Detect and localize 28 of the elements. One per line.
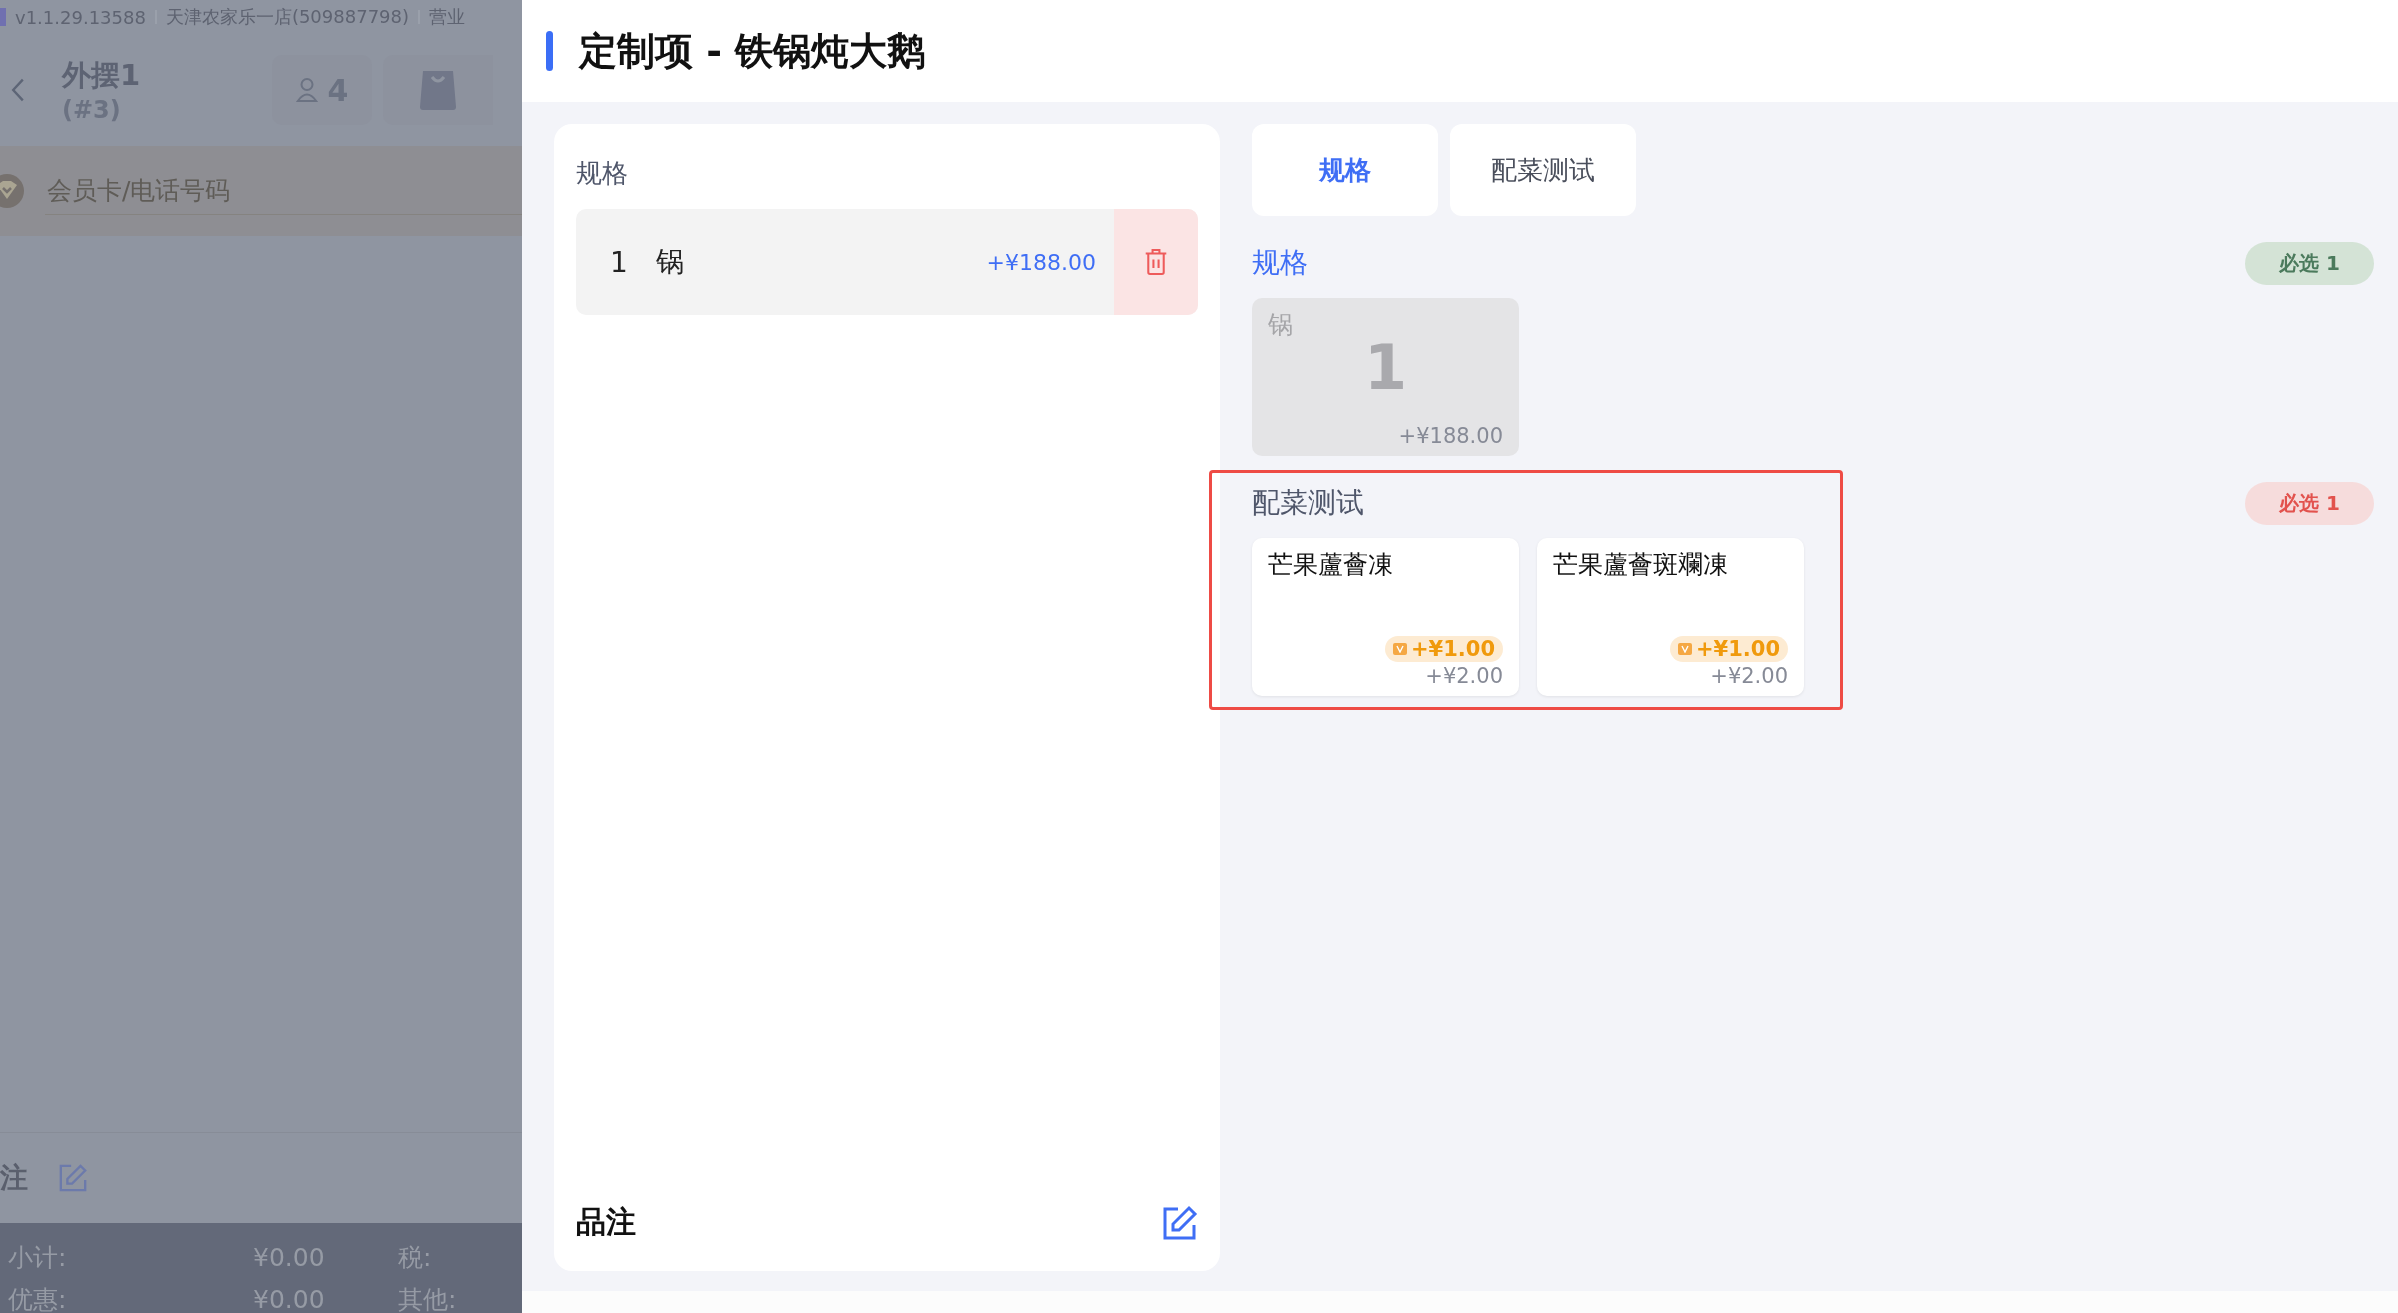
- person-icon: [295, 77, 318, 103]
- group-title: 配菜测试: [1252, 485, 1364, 521]
- member-price-tag: +¥1.00: [1384, 636, 1503, 662]
- member-price-tag: +¥1.00: [1669, 636, 1788, 662]
- note-label: 品注: [576, 1203, 636, 1241]
- logo-icon: [0, 8, 6, 26]
- option-card[interactable]: 芒果蘆薈斑斕凍 +¥1.00 +¥2.00: [1537, 538, 1804, 696]
- category-tab[interactable]: 配菜测试: [1450, 124, 1636, 216]
- item-name: 锅: [656, 244, 685, 280]
- back-icon[interactable]: [10, 76, 26, 104]
- vip-icon: [1677, 643, 1692, 655]
- option-card[interactable]: 芒果蘆薈凍 +¥1.00 +¥2.00: [1252, 538, 1519, 696]
- edit-icon[interactable]: [1162, 1204, 1198, 1241]
- item-quantity: 1: [610, 245, 629, 279]
- vip-icon: [1392, 643, 1407, 655]
- member-search-bar[interactable]: 会员卡/电话号码: [0, 146, 522, 236]
- dialog-title: 定制项 - 铁锅炖大鹅: [579, 27, 926, 75]
- section-heading: 规格: [576, 157, 628, 190]
- bag-icon: [418, 69, 458, 111]
- title-accent-bar: [546, 31, 553, 71]
- category-tab[interactable]: 规格: [1252, 124, 1438, 216]
- item-price: +¥188.00: [986, 249, 1096, 275]
- delete-button[interactable]: [1114, 209, 1198, 315]
- group-title: 规格: [1252, 245, 1308, 281]
- trash-icon: [1144, 248, 1168, 276]
- required-badge: 必选 1: [2245, 481, 2374, 525]
- required-badge: 必选 1: [2245, 241, 2374, 285]
- member-search-field[interactable]: 会员卡/电话号码: [45, 167, 522, 215]
